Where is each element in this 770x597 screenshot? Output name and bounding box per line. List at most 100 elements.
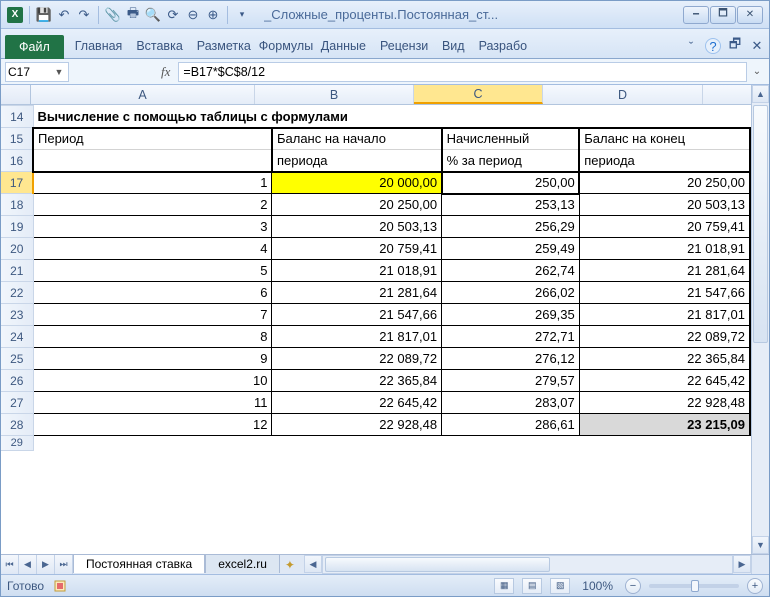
table-cell[interactable]: 276,12 — [442, 348, 580, 370]
row-header[interactable]: 18 — [1, 194, 33, 216]
table-cell[interactable]: 22 645,42 — [272, 392, 442, 414]
col-header-c[interactable]: C — [414, 85, 543, 104]
macro-record-icon[interactable] — [52, 578, 68, 594]
table-cell[interactable]: 256,29 — [442, 216, 580, 238]
final-balance-cell[interactable]: 23 215,09 — [579, 414, 750, 436]
table-cell[interactable]: 22 645,42 — [579, 370, 750, 392]
table-cell[interactable]: 20 250,00 — [272, 194, 442, 216]
tab-formulas[interactable]: Формулы — [252, 34, 314, 58]
cell-b17[interactable]: 20 000,00 — [272, 172, 442, 194]
tab-home[interactable]: Главная — [68, 34, 130, 58]
table-cell[interactable]: 8 — [33, 326, 272, 348]
table-cell[interactable]: 11 — [33, 392, 272, 414]
row-header[interactable]: 16 — [1, 150, 33, 172]
formula-input[interactable]: =B17*$C$8/12 — [178, 62, 747, 82]
table-cell[interactable]: 3 — [33, 216, 272, 238]
table-cell[interactable]: 253,13 — [442, 194, 580, 216]
cell-reference-input[interactable] — [6, 65, 52, 79]
zoom-thumb[interactable] — [691, 580, 699, 592]
grid[interactable]: 14 Вычисление с помощью таблицы с формул… — [1, 105, 751, 554]
hdr-end-balance-2[interactable]: периода — [579, 150, 750, 172]
view-normal-icon[interactable]: ▦ — [494, 578, 514, 594]
vertical-scrollbar[interactable]: ▲ ▼ — [751, 85, 769, 554]
row-header[interactable]: 14 — [1, 106, 33, 128]
help-icon[interactable]: ? — [705, 38, 721, 54]
zoom-level[interactable]: 100% — [582, 579, 613, 593]
table-cell[interactable]: 7 — [33, 304, 272, 326]
row-header[interactable]: 24 — [1, 326, 33, 348]
table-cell[interactable]: 22 089,72 — [579, 326, 750, 348]
hdr-start-balance-2[interactable]: периода — [272, 150, 442, 172]
cell-d17[interactable]: 20 250,00 — [579, 172, 750, 194]
zoom-in-button[interactable]: + — [747, 578, 763, 594]
minimize-button[interactable]: 🗕 — [683, 6, 709, 24]
namebox-dropdown-icon[interactable]: ▼ — [52, 67, 66, 77]
hdr-period-2[interactable] — [33, 150, 272, 172]
hdr-period[interactable]: Период — [33, 128, 272, 150]
table-cell[interactable]: 21 018,91 — [272, 260, 442, 282]
file-tab[interactable]: Файл — [5, 35, 64, 59]
nav-fwd-icon[interactable]: ⊕ — [205, 7, 221, 23]
table-cell[interactable]: 20 759,41 — [579, 216, 750, 238]
table-cell[interactable]: 21 281,64 — [579, 260, 750, 282]
row-header[interactable]: 28 — [1, 414, 33, 436]
table-cell[interactable]: 259,49 — [442, 238, 580, 260]
table-cell[interactable]: 2 — [33, 194, 272, 216]
tab-review[interactable]: Рецензи — [373, 34, 435, 58]
zoom-slider[interactable] — [649, 584, 739, 588]
row-header[interactable]: 27 — [1, 392, 33, 414]
name-box[interactable]: ▼ — [5, 62, 69, 82]
table-title[interactable]: Вычисление с помощью таблицы с формулами — [33, 106, 750, 128]
table-cell[interactable]: 6 — [33, 282, 272, 304]
row-header[interactable]: 22 — [1, 282, 33, 304]
tab-developer[interactable]: Разрабо — [472, 34, 534, 58]
tab-last-icon[interactable]: ⏭ — [55, 555, 73, 574]
row-header[interactable]: 20 — [1, 238, 33, 260]
sheet-tab[interactable]: excel2.ru — [205, 554, 280, 573]
row-header[interactable]: 15 — [1, 128, 33, 150]
minimize-ribbon-icon[interactable]: ˇ — [683, 38, 699, 54]
col-header-d[interactable]: D — [543, 85, 703, 104]
preview-icon[interactable]: 🔍 — [145, 7, 161, 23]
hdr-interest[interactable]: Начисленный — [442, 128, 580, 150]
undo-icon[interactable]: ↶ — [56, 7, 72, 23]
hdr-start-balance[interactable]: Баланс на начало — [272, 128, 442, 150]
scroll-down-icon[interactable]: ▼ — [752, 536, 769, 554]
table-cell[interactable]: 21 547,66 — [579, 282, 750, 304]
row-header[interactable]: 17 — [1, 172, 33, 194]
col-header-a[interactable]: A — [31, 85, 255, 104]
table-cell[interactable]: 20 503,13 — [272, 216, 442, 238]
table-cell[interactable]: 22 365,84 — [579, 348, 750, 370]
tab-insert[interactable]: Вставка — [129, 34, 189, 58]
cell-a17[interactable]: 1 — [33, 172, 272, 194]
new-sheet-icon[interactable]: ✦ — [280, 555, 300, 574]
table-cell[interactable]: 269,35 — [442, 304, 580, 326]
table-cell[interactable]: 22 928,48 — [272, 414, 442, 436]
table-cell[interactable]: 20 503,13 — [579, 194, 750, 216]
table-cell[interactable]: 22 928,48 — [579, 392, 750, 414]
row-header[interactable]: 23 — [1, 304, 33, 326]
row-header[interactable]: 19 — [1, 216, 33, 238]
row-header[interactable]: 26 — [1, 370, 33, 392]
table-cell[interactable]: 21 817,01 — [579, 304, 750, 326]
nav-back-icon[interactable]: ⊖ — [185, 7, 201, 23]
table-cell[interactable]: 10 — [33, 370, 272, 392]
table-cell[interactable]: 20 759,41 — [272, 238, 442, 260]
redo-icon[interactable]: ↷ — [76, 7, 92, 23]
maximize-button[interactable]: 🗖 — [710, 6, 736, 24]
expand-formula-bar-icon[interactable]: ⌄ — [749, 66, 765, 77]
table-cell[interactable]: 21 547,66 — [272, 304, 442, 326]
tab-prev-icon[interactable]: ◀ — [19, 555, 37, 574]
close-button[interactable]: ✕ — [737, 6, 763, 24]
tab-next-icon[interactable]: ▶ — [37, 555, 55, 574]
table-cell[interactable]: 22 365,84 — [272, 370, 442, 392]
qat-customize-icon[interactable]: ▾ — [234, 7, 250, 23]
table-cell[interactable]: 4 — [33, 238, 272, 260]
table-cell[interactable]: 262,74 — [442, 260, 580, 282]
table-cell[interactable]: 21 281,64 — [272, 282, 442, 304]
scroll-track[interactable] — [322, 555, 733, 574]
zoom-out-button[interactable]: − — [625, 578, 641, 594]
table-cell[interactable]: 21 817,01 — [272, 326, 442, 348]
doc-close-icon[interactable]: ✕ — [749, 38, 765, 54]
attach-icon[interactable]: 📎 — [105, 7, 121, 23]
